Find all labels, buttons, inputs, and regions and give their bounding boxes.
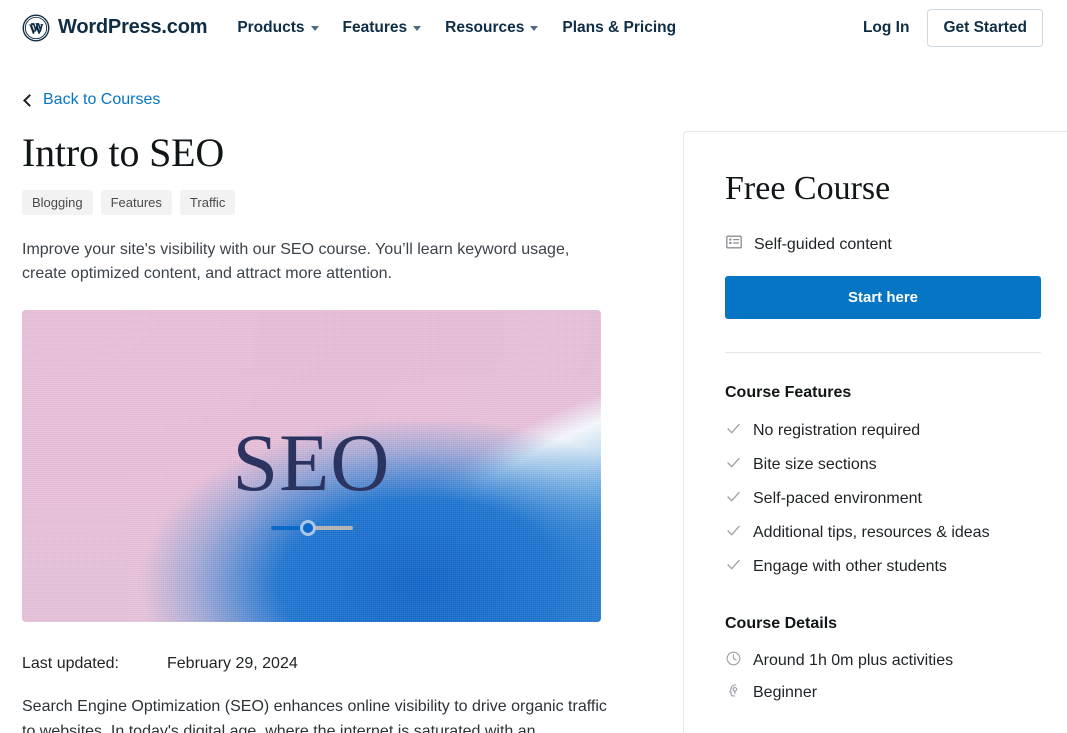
card-title: Free Course: [725, 170, 891, 207]
get-started-button[interactable]: Get Started: [927, 8, 1043, 47]
course-features-list: No registration required Bite size secti…: [725, 414, 1041, 584]
list-item-label: Self-paced environment: [753, 490, 922, 508]
free-course-card: Free Course Self-guided content Start he…: [683, 131, 1067, 733]
slider-thumb: [300, 520, 317, 536]
list-item-label: Additional tips, resources & ideas: [753, 524, 990, 542]
main-column: Intro to SEO Blogging Features Traffic I…: [22, 131, 656, 733]
course-body-text: Search Engine Optimization (SEO) enhance…: [22, 698, 607, 733]
list-item: Beginner: [725, 677, 1041, 709]
list-item: Around 1h 0m plus activities: [725, 645, 1041, 677]
list-item-label: Around 1h 0m plus activities: [753, 652, 954, 670]
course-details-heading: Course Details: [725, 615, 838, 633]
list-view-icon: [725, 233, 743, 256]
list-item-label: Bite size sections: [753, 456, 877, 474]
tag-blogging[interactable]: Blogging: [22, 190, 93, 215]
self-guided-label: Self-guided content: [754, 235, 892, 253]
check-icon: [725, 454, 742, 476]
course-summary: Improve your site's visibility with our …: [22, 241, 570, 282]
list-item: Self-paced environment: [725, 482, 1041, 516]
nav-item-plans-and-pricing[interactable]: Plans & Pricing: [562, 19, 676, 37]
tag-list: Blogging Features Traffic: [22, 190, 656, 215]
check-icon: [725, 420, 742, 442]
course-hero-image: SEO: [22, 310, 601, 622]
course-details-list: Around 1h 0m plus activities Beginner: [725, 645, 1041, 709]
site-masthead: W WordPress.com Products Features Resour…: [0, 0, 1067, 55]
head-level-icon: [725, 682, 742, 704]
slider-control-icon: [270, 520, 353, 536]
check-icon: [725, 556, 742, 578]
hero-wordmark: SEO: [232, 417, 391, 508]
nav-label: Resources: [445, 18, 525, 36]
sidebar-column: Free Course Self-guided content Start he…: [683, 131, 1067, 733]
clock-icon: [725, 650, 742, 672]
list-item: No registration required: [725, 414, 1041, 448]
masthead-actions: Log In Get Started: [863, 8, 1043, 47]
wordpress-logo-icon: W: [22, 14, 50, 42]
chevron-left-icon: [23, 93, 36, 107]
list-item: Engage with other students: [725, 550, 1041, 584]
svg-text:W: W: [29, 22, 44, 38]
brand-name: WordPress.com: [58, 16, 208, 38]
back-to-courses-link[interactable]: Back to Courses: [22, 91, 160, 109]
log-in-link[interactable]: Log In: [863, 19, 910, 37]
list-item-label: Beginner: [753, 684, 818, 702]
nav-label: Features: [342, 18, 408, 36]
chevron-down-icon: [413, 26, 422, 31]
last-updated-value: February 29, 2024: [167, 655, 298, 672]
page-title: Intro to SEO: [22, 130, 225, 175]
list-item-label: Engage with other students: [753, 558, 947, 576]
nav-label: Plans & Pricing: [562, 18, 677, 36]
nav-label: Products: [237, 18, 305, 36]
start-here-button[interactable]: Start here: [725, 276, 1041, 320]
list-item: Bite size sections: [725, 448, 1041, 482]
primary-nav: Products Features Resources Plans & Pric…: [237, 19, 676, 37]
last-updated-row: Last updated: February 29, 2024: [22, 655, 656, 673]
check-icon: [725, 488, 742, 510]
list-item: Additional tips, resources & ideas: [725, 516, 1041, 550]
card-divider: [725, 352, 1041, 354]
course-features-heading: Course Features: [725, 384, 852, 402]
nav-item-resources[interactable]: Resources: [445, 18, 539, 37]
list-item-label: No registration required: [753, 422, 921, 440]
breadcrumb-label: Back to Courses: [43, 91, 161, 108]
tag-features[interactable]: Features: [100, 190, 172, 215]
last-updated-label: Last updated:: [22, 655, 119, 672]
nav-item-products[interactable]: Products: [237, 18, 319, 37]
nav-item-features[interactable]: Features: [343, 19, 422, 37]
wordpress-home-link[interactable]: W WordPress.com: [22, 14, 208, 42]
page-body: Back to Courses Intro to SEO Blogging Fe…: [0, 91, 1067, 733]
chevron-down-icon: [310, 26, 319, 31]
self-guided-row: Self-guided content: [725, 233, 1041, 256]
content-layout: Intro to SEO Blogging Features Traffic I…: [22, 131, 1067, 733]
check-icon: [725, 522, 742, 544]
tag-traffic[interactable]: Traffic: [179, 190, 236, 215]
chevron-down-icon: [530, 26, 539, 31]
